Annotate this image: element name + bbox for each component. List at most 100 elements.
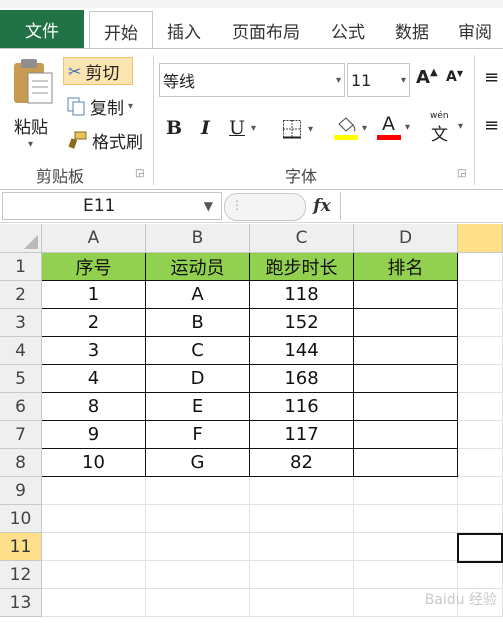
cell-b5[interactable]: D — [146, 365, 250, 393]
cell-d5[interactable] — [354, 365, 458, 393]
cell-b6[interactable]: E — [146, 393, 250, 421]
cell-c12[interactable] — [250, 561, 354, 589]
cell-b13[interactable] — [146, 589, 250, 617]
cell-e5[interactable] — [458, 365, 503, 393]
cell-a6[interactable]: 8 — [42, 393, 146, 421]
column-header-e[interactable] — [458, 224, 503, 253]
clipboard-launcher-icon[interactable]: ◲ — [135, 168, 144, 179]
cell-d2[interactable] — [354, 281, 458, 309]
name-box-dropdown-icon[interactable]: ▼ — [204, 199, 213, 213]
cell-a3[interactable]: 2 — [42, 309, 146, 337]
cell-b1[interactable]: 运动员 — [146, 253, 250, 281]
font-name-select[interactable]: 等线 ▾ — [159, 63, 345, 97]
row-header-6[interactable]: 6 — [0, 393, 42, 421]
row-header-12[interactable]: 12 — [0, 561, 42, 589]
cell-d10[interactable] — [354, 505, 458, 533]
cell-e7[interactable] — [458, 421, 503, 449]
tab-insert[interactable]: 插入 — [158, 12, 210, 48]
formula-splitter[interactable]: ⋮ — [224, 193, 306, 221]
cell-b12[interactable] — [146, 561, 250, 589]
format-painter-button[interactable]: 格式刷 — [66, 127, 143, 153]
cell-b3[interactable]: B — [146, 309, 250, 337]
cell-a4[interactable]: 3 — [42, 337, 146, 365]
cell-b10[interactable] — [146, 505, 250, 533]
cell-a12[interactable] — [42, 561, 146, 589]
column-header-d[interactable]: D — [354, 224, 458, 253]
cell-d3[interactable] — [354, 309, 458, 337]
cell-e6[interactable] — [458, 393, 503, 421]
name-box[interactable]: E11 ▼ — [2, 192, 222, 220]
row-header-3[interactable]: 3 — [0, 309, 42, 337]
cell-c8[interactable]: 82 — [250, 449, 354, 477]
cell-c11[interactable] — [250, 533, 354, 561]
align-top-icon[interactable]: ≡ — [484, 67, 499, 88]
cell-b7[interactable]: F — [146, 421, 250, 449]
cell-a1[interactable]: 序号 — [42, 253, 146, 281]
row-header-2[interactable]: 2 — [0, 281, 42, 309]
formula-input[interactable] — [340, 192, 503, 220]
cell-a8[interactable]: 10 — [42, 449, 146, 477]
font-color-button[interactable]: A ▾ — [377, 113, 410, 141]
grow-font-icon[interactable]: A ▲ — [416, 67, 438, 88]
fill-color-button[interactable]: ▾ — [334, 115, 367, 141]
row-header-13[interactable]: 13 — [0, 589, 42, 617]
row-header-11[interactable]: 11 — [0, 533, 42, 561]
insert-function-button[interactable]: fx — [306, 192, 338, 220]
cell-c10[interactable] — [250, 505, 354, 533]
cell-b11[interactable] — [146, 533, 250, 561]
tab-home[interactable]: 开始 — [89, 11, 153, 50]
cell-c2[interactable]: 118 — [250, 281, 354, 309]
cut-button[interactable]: ✂ 剪切 — [63, 57, 133, 85]
cell-b4[interactable]: C — [146, 337, 250, 365]
cell-e8[interactable] — [458, 449, 503, 477]
cell-e3[interactable] — [458, 309, 503, 337]
tab-formulas[interactable]: 公式 — [322, 12, 374, 48]
select-all-button[interactable] — [0, 224, 42, 253]
row-header-7[interactable]: 7 — [0, 421, 42, 449]
cell-e1[interactable] — [458, 253, 503, 281]
cell-e2[interactable] — [458, 281, 503, 309]
cell-d9[interactable] — [354, 477, 458, 505]
bold-button[interactable]: B — [166, 117, 182, 139]
cell-b2[interactable]: A — [146, 281, 250, 309]
tab-data[interactable]: 数据 — [386, 12, 438, 48]
font-launcher-icon[interactable]: ◲ — [457, 168, 466, 179]
font-size-dropdown-icon[interactable]: ▾ — [401, 75, 406, 86]
cell-a7[interactable]: 9 — [42, 421, 146, 449]
cell-e9[interactable] — [458, 477, 503, 505]
row-header-9[interactable]: 9 — [0, 477, 42, 505]
cell-c6[interactable]: 116 — [250, 393, 354, 421]
cell-a11[interactable] — [42, 533, 146, 561]
cell-b9[interactable] — [146, 477, 250, 505]
paste-button[interactable]: 粘贴 ▾ — [6, 55, 58, 151]
column-header-c[interactable]: C — [250, 224, 354, 253]
borders-button[interactable]: ▾ — [282, 119, 313, 139]
cell-c1[interactable]: 跑步时长 — [250, 253, 354, 281]
font-size-select[interactable]: 11 ▾ — [347, 63, 410, 97]
underline-dropdown-icon[interactable]: ▾ — [251, 123, 256, 134]
copy-button[interactable]: 复制 ▾ — [66, 93, 133, 119]
tab-review[interactable]: 审阅 — [450, 12, 500, 48]
font-color-dropdown-icon[interactable]: ▾ — [405, 122, 410, 133]
cell-d8[interactable] — [354, 449, 458, 477]
cell-d11[interactable] — [354, 533, 458, 561]
fill-color-dropdown-icon[interactable]: ▾ — [362, 123, 367, 134]
cell-c3[interactable]: 152 — [250, 309, 354, 337]
phonetic-button[interactable]: wén 文 ▾ — [428, 111, 463, 145]
row-header-10[interactable]: 10 — [0, 505, 42, 533]
cell-e12[interactable] — [458, 561, 503, 589]
cell-c9[interactable] — [250, 477, 354, 505]
selected-cell-e11[interactable] — [457, 533, 503, 563]
row-header-5[interactable]: 5 — [0, 365, 42, 393]
cell-d7[interactable] — [354, 421, 458, 449]
tab-file[interactable]: 文件 — [0, 10, 84, 48]
cell-c5[interactable]: 168 — [250, 365, 354, 393]
cell-c13[interactable] — [250, 589, 354, 617]
column-header-a[interactable]: A — [42, 224, 146, 253]
cell-a13[interactable] — [42, 589, 146, 617]
italic-button[interactable]: I — [201, 117, 210, 139]
cell-d12[interactable] — [354, 561, 458, 589]
cell-a9[interactable] — [42, 477, 146, 505]
tab-page-layout[interactable]: 页面布局 — [222, 12, 310, 48]
phonetic-dropdown-icon[interactable]: ▾ — [458, 121, 463, 132]
